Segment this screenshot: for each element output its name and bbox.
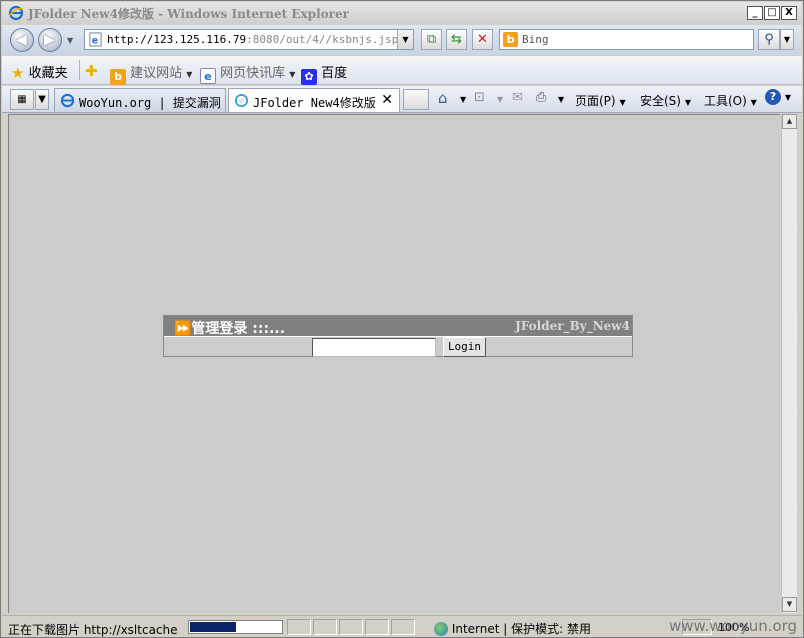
forward-arrow-icon: ▶ — [44, 32, 55, 48]
home-dropdown-icon[interactable]: ▼ — [460, 95, 466, 104]
ie-logo-icon — [60, 93, 75, 108]
favorites-item-label: 网页快讯库 — [220, 66, 286, 81]
new-tab-button[interactable] — [403, 89, 429, 110]
security-zone-label: Internet | 保护模式: 禁用 — [451, 622, 592, 636]
status-pane — [339, 619, 363, 635]
bing-icon: b — [110, 69, 126, 85]
search-icon[interactable]: ⚲ — [758, 29, 780, 50]
ie-logo-icon — [8, 5, 24, 21]
quick-tabs-icon[interactable]: ▦ — [10, 89, 34, 110]
feeds-dropdown-icon[interactable]: ▼ — [497, 95, 503, 104]
chevron-down-icon: ▼ — [750, 98, 757, 107]
stop-icon[interactable]: ✕ — [472, 29, 493, 50]
chevron-down-icon: ▼ — [186, 70, 193, 79]
admin-login-panel: ⏩管理登录 :::... JFolder_By_New4 Login — [163, 315, 633, 357]
brand-label: JFolder_By_New4 — [515, 319, 630, 333]
scroll-down-icon[interactable]: ▼ — [782, 597, 797, 612]
scroll-up-icon[interactable]: ▲ — [782, 114, 797, 129]
favorites-item-label: 建议网站 — [130, 66, 183, 81]
favorites-item-web-slices[interactable]: e 网页快讯库 ▼ — [200, 62, 295, 84]
tab-list-dropdown-icon[interactable]: ▼ — [35, 89, 49, 110]
add-favorite-icon: ✚ — [85, 62, 98, 80]
download-progress-bar — [188, 620, 283, 634]
address-dropdown-icon[interactable]: ▼ — [397, 30, 413, 49]
back-button[interactable]: ◀ — [10, 28, 34, 52]
address-toolbar: ◀ ▶ ▼ e http://123.125.116.79:8080/out/4… — [2, 25, 802, 55]
safety-menu[interactable]: 安全(S) ▼ — [640, 92, 691, 109]
status-text: 正在下载图片 http://xsltcache — [8, 623, 178, 637]
login-form: Login — [164, 336, 632, 357]
chevron-down-icon: ▼ — [684, 98, 691, 107]
ie-page-icon: e — [89, 32, 102, 47]
globe-icon — [434, 622, 448, 636]
add-to-favorites-button[interactable]: ✚ — [85, 62, 98, 80]
favorites-button[interactable]: ★ 收藏夹 — [11, 62, 68, 82]
close-window-button[interactable]: X — [781, 6, 797, 20]
favorites-item-baidu[interactable]: ✿ 百度 — [301, 62, 347, 85]
search-input[interactable]: b Bing — [499, 29, 754, 50]
status-pane — [287, 619, 311, 635]
tab-label: JFolder New4修改版 — [253, 96, 376, 110]
help-icon[interactable]: ? ▼ — [765, 89, 791, 105]
safety-menu-label: 安全(S) — [640, 94, 681, 108]
favorites-item-label: 百度 — [321, 66, 348, 81]
page-content — [8, 114, 780, 613]
chevron-down-icon: ▼ — [289, 70, 296, 79]
loading-icon — [234, 93, 249, 108]
favorites-bar: ★ 收藏夹 ✚ b 建议网站 ▼ e 网页快讯库 ▼ ✿ 百度 — [2, 56, 802, 85]
title-bar: JFolder New4修改版 - Windows Internet Explo… — [2, 2, 802, 24]
vertical-scrollbar[interactable]: ▲ ▼ — [781, 114, 797, 613]
maximize-button[interactable]: □ — [764, 6, 780, 20]
search-placeholder: Bing — [522, 33, 549, 46]
login-panel-title: ⏩管理登录 :::... — [174, 321, 286, 337]
print-dropdown-icon[interactable]: ▼ — [558, 95, 564, 104]
status-pane — [365, 619, 389, 635]
minimize-button[interactable]: _ — [747, 6, 763, 20]
favorites-star-icon: ★ — [11, 64, 25, 82]
window-title: JFolder New4修改版 - Windows Internet Explo… — [28, 7, 349, 21]
ie-page-icon: e — [200, 68, 216, 84]
history-dropdown-icon[interactable]: ▼ — [67, 36, 73, 45]
home-icon[interactable]: ⌂ — [438, 89, 448, 107]
progress-fill — [190, 622, 236, 632]
search-options-dropdown-icon[interactable]: ▼ — [780, 29, 794, 50]
login-panel-header: ⏩管理登录 :::... JFolder_By_New4 — [164, 316, 632, 337]
mail-icon[interactable]: ✉ — [512, 90, 523, 105]
forward-button[interactable]: ▶ — [38, 28, 62, 52]
compatibility-view-icon[interactable]: ⧉ — [421, 29, 442, 50]
svg-text:e: e — [92, 35, 98, 46]
tab-wooyun[interactable]: WooYun.org | 提交漏洞 — [54, 88, 226, 112]
tools-menu[interactable]: 工具(O) ▼ — [704, 92, 757, 109]
refresh-icon[interactable]: ⇆ — [446, 29, 467, 50]
login-button[interactable]: Login — [443, 337, 486, 357]
print-icon[interactable]: ⎙ — [536, 90, 546, 105]
status-pane — [391, 619, 415, 635]
page-menu[interactable]: 页面(P) ▼ — [575, 92, 626, 109]
status-pane — [313, 619, 337, 635]
page-menu-label: 页面(P) — [575, 94, 616, 108]
baidu-paw-icon: ✿ — [301, 69, 317, 85]
url-text: http://123.125.116.79:8080/out/4//ksbnjs… — [107, 33, 399, 46]
tab-label: WooYun.org | 提交漏洞 — [79, 96, 221, 110]
bing-icon: b — [503, 32, 518, 47]
browser-window: JFolder New4修改版 - Windows Internet Explo… — [0, 0, 804, 638]
chevron-down-icon: ▼ — [784, 93, 791, 102]
divider — [79, 60, 80, 80]
watermark: www.wooyun.org — [669, 617, 798, 635]
security-zone[interactable]: Internet | 保护模式: 禁用 — [434, 620, 591, 637]
address-bar[interactable]: e http://123.125.116.79:8080/out/4//ksbn… — [84, 29, 414, 50]
favorites-label: 收藏夹 — [28, 66, 68, 81]
tab-bar: ▦ ▼ WooYun.org | 提交漏洞 JFolder New4修改版 ✕ … — [2, 86, 802, 113]
back-arrow-icon: ◀ — [16, 32, 27, 48]
password-input[interactable] — [312, 338, 436, 357]
tools-menu-label: 工具(O) — [704, 94, 747, 108]
tab-jfolder[interactable]: JFolder New4修改版 ✕ — [228, 88, 400, 112]
close-tab-icon[interactable]: ✕ — [381, 92, 393, 108]
favorites-item-suggested-sites[interactable]: b 建议网站 ▼ — [110, 62, 192, 85]
feeds-icon[interactable]: ⊡ — [474, 90, 485, 105]
chevron-down-icon: ▼ — [619, 98, 626, 107]
